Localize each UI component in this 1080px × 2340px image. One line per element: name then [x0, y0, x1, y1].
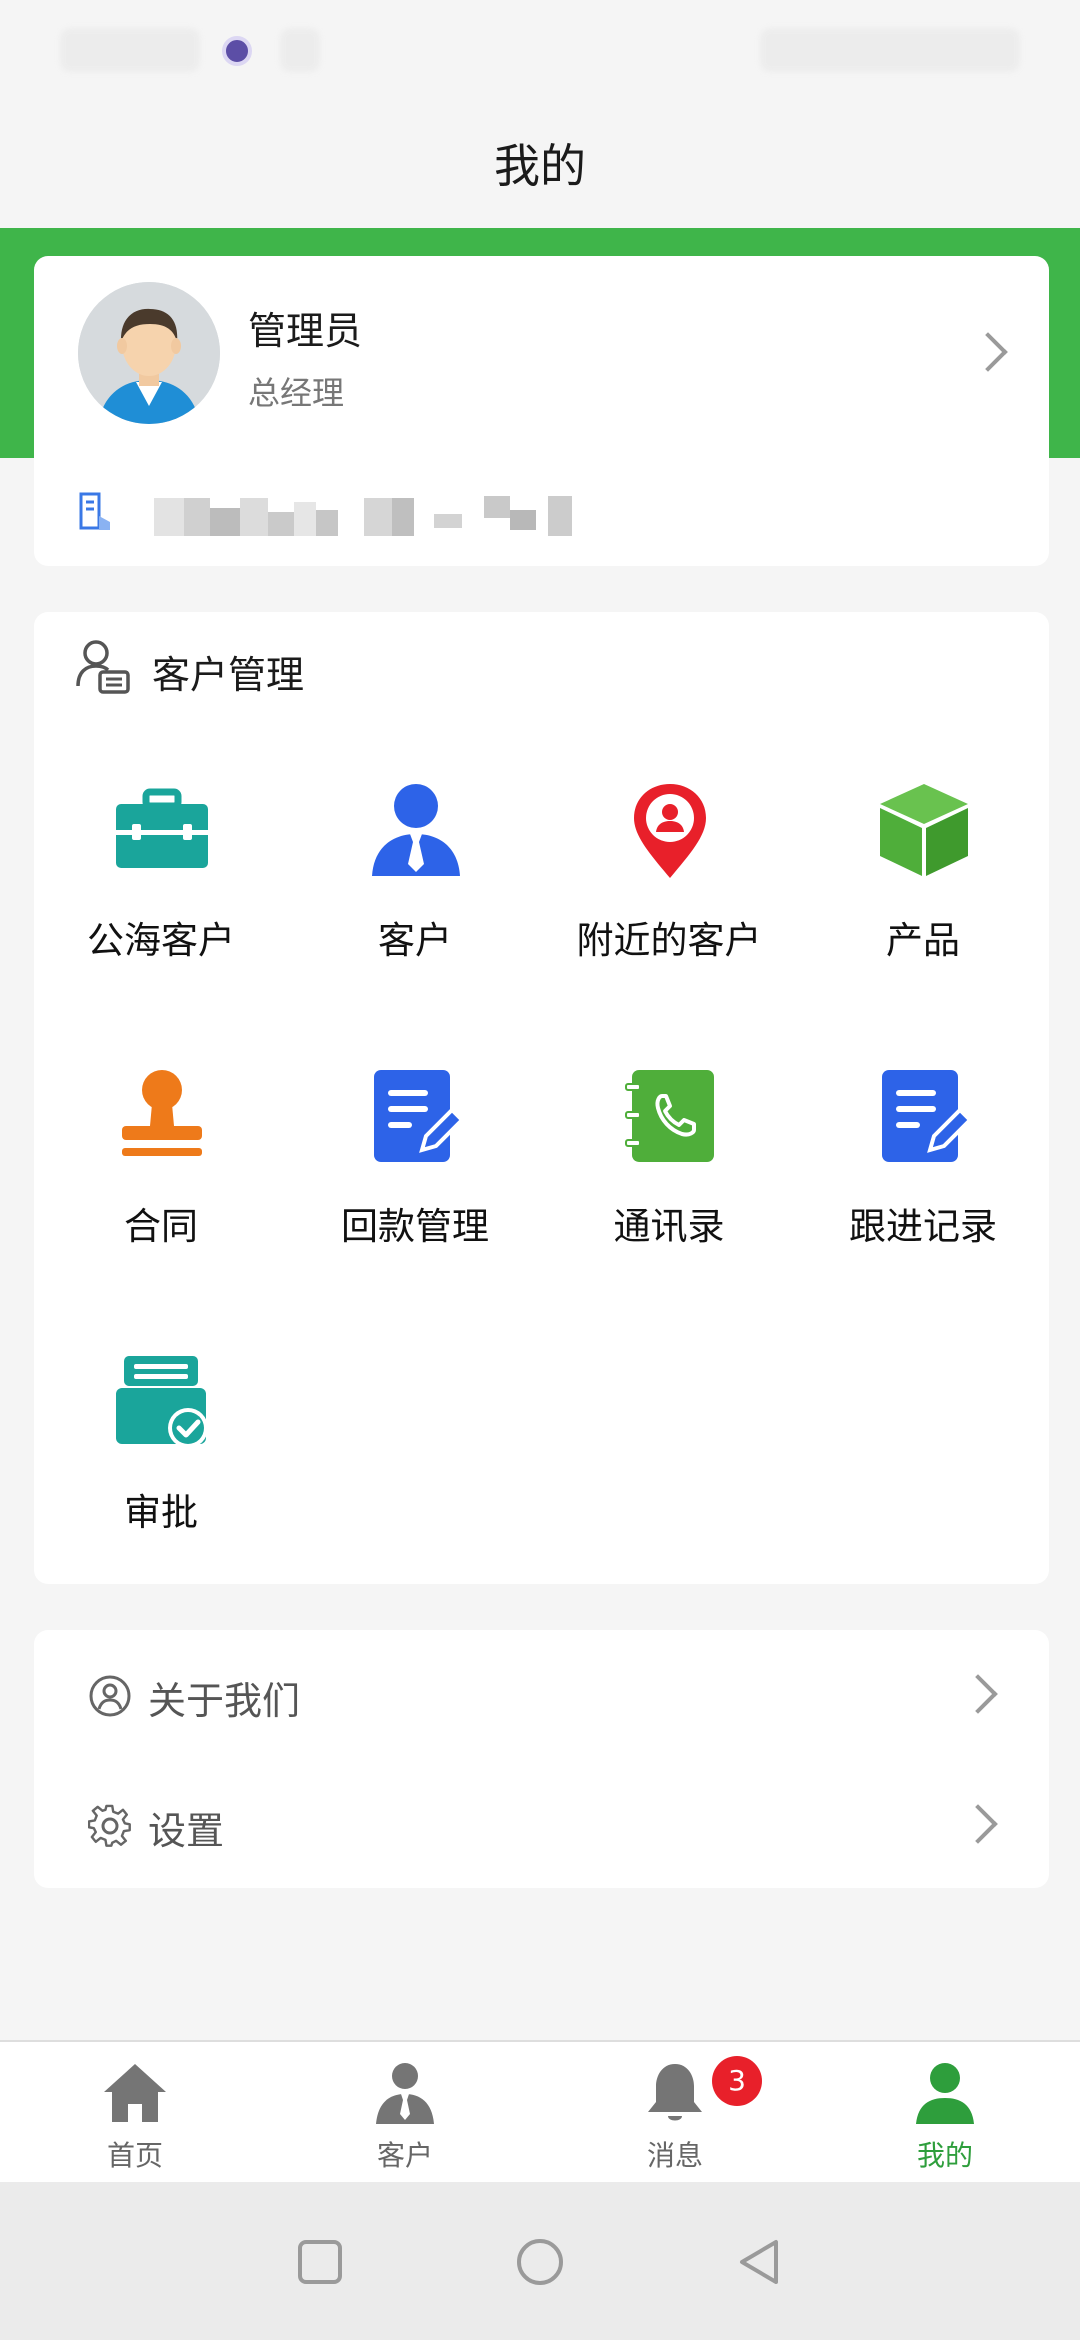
- location-pin-icon: [634, 784, 706, 878]
- home-button-icon[interactable]: [510, 2232, 570, 2292]
- grid-item-contracts[interactable]: 合同: [34, 1066, 288, 1266]
- tab-label: 首页: [106, 2139, 163, 2172]
- settings-card: 关于我们 设置: [34, 1630, 1049, 1888]
- building-icon: [79, 492, 110, 530]
- customer-management-card: 客户管理 公海客户 客户 附近的客户 产品 合同 回款管理 通讯录 跟进记录 审…: [34, 612, 1049, 1584]
- customer-card-icon: [76, 640, 130, 694]
- customer-icon: [376, 2063, 434, 2124]
- briefcase-icon: [116, 788, 208, 868]
- document-edit-icon: [374, 1070, 465, 1162]
- user-circle-icon: [89, 1675, 131, 1717]
- grid-item-approval[interactable]: 审批: [34, 1352, 288, 1552]
- tab-me[interactable]: 我的: [810, 2042, 1080, 2184]
- grid-item-label: 公海客户: [87, 919, 235, 962]
- avatar: [78, 282, 220, 424]
- company-name-redacted: [154, 492, 664, 544]
- tab-label: 客户: [376, 2139, 433, 2172]
- tab-home[interactable]: 首页: [0, 2042, 270, 2184]
- chevron-right-icon: [958, 1674, 998, 1714]
- grid-item-label: 合同: [124, 1205, 198, 1248]
- grid-item-contacts[interactable]: 通讯录: [542, 1066, 796, 1266]
- grid-item-follow-up-records[interactable]: 跟进记录: [796, 1066, 1050, 1266]
- tab-label: 我的: [916, 2139, 973, 2172]
- profile-card[interactable]: 管理员 总经理: [34, 256, 1049, 566]
- grid-item-label: 回款管理: [341, 1205, 489, 1248]
- gear-icon: [88, 1804, 131, 1847]
- profile-name: 管理员: [248, 309, 363, 353]
- recent-apps-icon[interactable]: [290, 2232, 350, 2292]
- tab-label: 消息: [646, 2139, 703, 2172]
- back-icon[interactable]: [730, 2232, 790, 2292]
- cube-icon: [880, 784, 968, 876]
- grid-item-label: 客户: [378, 919, 452, 962]
- tab-customers[interactable]: 客户: [270, 2042, 540, 2184]
- grid-item-products[interactable]: 产品: [796, 780, 1050, 980]
- chevron-right-icon: [958, 1804, 998, 1844]
- status-app-icon: [222, 36, 252, 66]
- section-title: 客户管理: [152, 653, 305, 697]
- settings-row[interactable]: 设置: [34, 1760, 1049, 1888]
- page-title: 我的: [494, 139, 586, 193]
- document-edit-icon: [882, 1070, 973, 1162]
- grid-item-label: 跟进记录: [849, 1205, 997, 1248]
- profile-role: 总经理: [248, 374, 345, 412]
- grid-item-label: 产品: [886, 919, 960, 962]
- stamp-icon: [122, 1070, 202, 1156]
- approval-icon: [116, 1356, 208, 1448]
- unread-badge: 3: [712, 2056, 762, 2106]
- phone-book-icon: [625, 1070, 714, 1162]
- grid-item-payment-management[interactable]: 回款管理: [288, 1066, 542, 1266]
- settings-label: 设置: [148, 1809, 225, 1853]
- grid-item-label: 审批: [124, 1491, 198, 1534]
- grid-item-label: 附近的客户: [576, 919, 762, 962]
- about-us-row[interactable]: 关于我们: [34, 1630, 1049, 1758]
- grid-item-nearby-customers[interactable]: 附近的客户: [542, 780, 796, 980]
- grid-item-customers[interactable]: 客户: [288, 780, 542, 980]
- chevron-right-icon: [968, 332, 1008, 372]
- person-tie-icon: [372, 784, 460, 876]
- system-nav-bar: [0, 2182, 1080, 2340]
- grid-item-label: 通讯录: [613, 1205, 725, 1248]
- user-icon: [916, 2063, 974, 2124]
- bell-icon: [648, 2064, 702, 2121]
- about-us-label: 关于我们: [148, 1679, 301, 1723]
- bottom-tab-bar: 首页 客户 3 消息 我的: [0, 2040, 1080, 2182]
- tab-messages[interactable]: 3 消息: [540, 2042, 810, 2184]
- grid-item-public-customers[interactable]: 公海客户: [34, 780, 288, 980]
- home-icon: [104, 2064, 166, 2122]
- status-bar: [0, 0, 1080, 110]
